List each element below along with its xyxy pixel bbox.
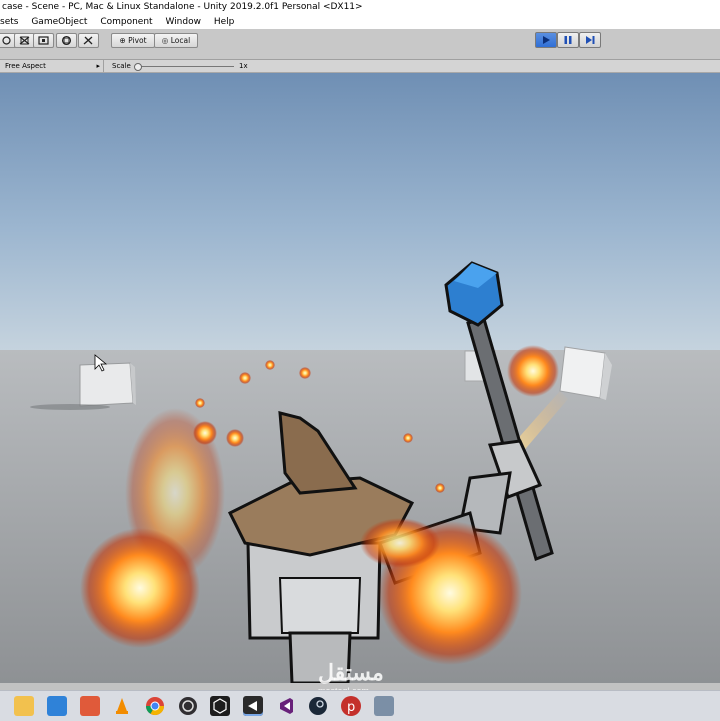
cube-right — [559, 346, 612, 400]
menu-component[interactable]: Component — [100, 15, 152, 29]
remote-desktop-icon[interactable] — [47, 696, 67, 716]
aspect-label: Free Aspect — [5, 62, 46, 70]
watermark-arabic: مستقل — [318, 660, 384, 685]
window-title: case - Scene - PC, Mac & Linux Standalon… — [0, 0, 720, 15]
svg-text:p: p — [347, 700, 355, 715]
custom-tool-icon[interactable] — [78, 33, 99, 48]
step-button[interactable] — [579, 32, 601, 48]
game-view-toolbar: Free Aspect ▸ Scale 1x — [0, 60, 720, 73]
steam-icon[interactable] — [308, 696, 328, 716]
scale-slider-thumb[interactable] — [134, 63, 142, 71]
obs-icon[interactable] — [178, 696, 198, 716]
menu-gameobject[interactable]: GameObject — [31, 15, 87, 29]
toolbar: ⊕ Pivot ◎ Local — [0, 29, 720, 60]
local-label: Local — [170, 36, 191, 45]
scale-label: Scale — [112, 62, 131, 70]
globe-icon: ◎ — [161, 36, 169, 45]
rect-tool-icon[interactable] — [33, 33, 54, 48]
unity-icon[interactable] — [243, 696, 263, 716]
media-player-icon[interactable] — [80, 696, 100, 716]
menu-window[interactable]: Window — [165, 15, 201, 29]
aspect-dropdown[interactable]: Free Aspect ▸ — [0, 60, 104, 72]
game-scene — [0, 73, 720, 683]
menu-help[interactable]: Help — [214, 15, 235, 29]
unity-hub-icon[interactable] — [210, 696, 230, 716]
local-toggle-button[interactable]: ◎ Local — [154, 33, 198, 48]
transform-tool-icon[interactable] — [56, 33, 77, 48]
visual-studio-icon[interactable] — [276, 696, 296, 716]
pivot-icon: ⊕ — [119, 36, 126, 45]
taskbar: p — [0, 690, 720, 721]
scale-slider-track[interactable] — [138, 66, 234, 67]
play-button[interactable] — [535, 32, 557, 48]
pause-button[interactable] — [557, 32, 579, 48]
dropdown-arrow-icon: ▸ — [96, 62, 100, 70]
pivot-label: Pivot — [128, 36, 147, 45]
chrome-icon[interactable] — [145, 696, 165, 716]
scale-value: 1x — [239, 62, 248, 70]
game-viewport[interactable] — [0, 73, 720, 683]
menu-assets[interactable]: sets — [0, 15, 18, 29]
network-icon[interactable] — [374, 696, 394, 716]
pivot-toggle-button[interactable]: ⊕ Pivot — [111, 33, 155, 48]
move-tool-icon[interactable] — [14, 33, 35, 48]
pdf-reader-icon[interactable]: p — [341, 696, 361, 716]
menu-bar: sets GameObject Component Window Help — [0, 15, 720, 29]
vlc-icon[interactable] — [112, 696, 132, 716]
file-explorer-icon[interactable] — [14, 696, 34, 716]
